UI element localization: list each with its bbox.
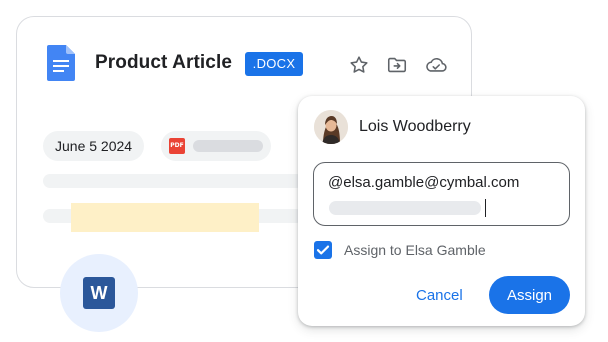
move-to-folder-icon[interactable] — [386, 54, 408, 76]
star-icon[interactable] — [348, 54, 370, 76]
highlighted-text — [71, 203, 259, 232]
mention-text: @elsa.gamble@cymbal.com — [328, 174, 520, 191]
file-name-placeholder — [193, 140, 263, 152]
user-name: Lois Woodberry — [359, 118, 471, 135]
comment-text-placeholder — [329, 201, 481, 215]
file-type-badge: .DOCX — [245, 52, 303, 76]
cancel-button[interactable]: Cancel — [408, 278, 471, 314]
word-icon: W — [83, 277, 115, 309]
mention-input[interactable]: @elsa.gamble@cymbal.com — [313, 162, 570, 226]
pdf-icon: PDF — [169, 138, 185, 154]
checkbox-label: Assign to Elsa Gamble — [344, 242, 486, 258]
avatar — [314, 110, 348, 144]
document-title: Product Article — [95, 52, 232, 73]
word-app-badge: W — [60, 254, 138, 332]
assign-button[interactable]: Assign — [489, 276, 570, 314]
date-chip[interactable]: June 5 2024 — [43, 131, 145, 161]
google-docs-icon — [47, 45, 75, 81]
assign-dialog: Lois Woodberry @elsa.gamble@cymbal.com A… — [298, 96, 585, 326]
file-chip[interactable]: PDF — [161, 131, 271, 161]
checkmark-icon — [316, 245, 330, 255]
text-cursor — [485, 199, 486, 217]
cloud-sync-icon[interactable] — [423, 54, 449, 76]
assign-checkbox[interactable] — [314, 241, 332, 259]
text-placeholder-line — [43, 174, 303, 188]
